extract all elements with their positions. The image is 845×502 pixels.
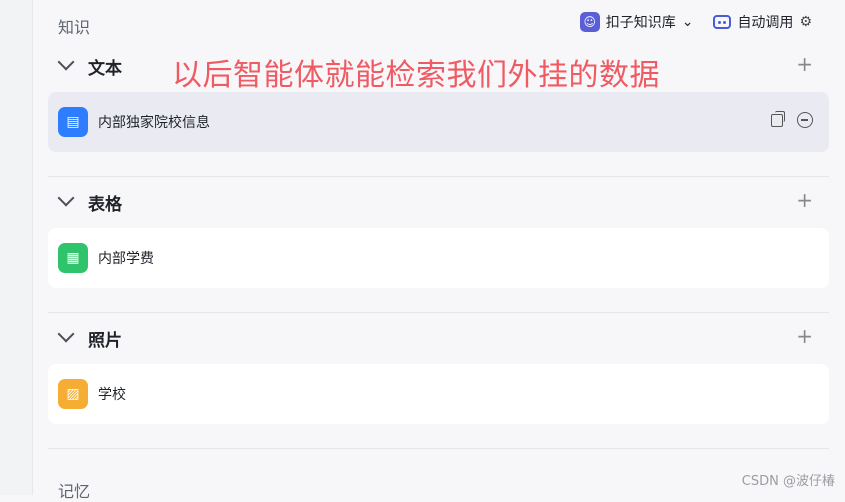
chevron-down-icon[interactable]	[57, 53, 75, 71]
list-item[interactable]: ▨ 学校	[48, 364, 829, 424]
list-item[interactable]: ▤ 内部独家院校信息	[48, 92, 829, 152]
section-label: 照片	[88, 331, 122, 351]
add-icon[interactable]: +	[796, 188, 813, 212]
section-label: 文本	[88, 59, 122, 79]
item-label: 内部学费	[98, 251, 154, 267]
left-sidebar	[0, 0, 33, 495]
divider	[48, 312, 829, 313]
add-icon[interactable]: +	[796, 52, 813, 76]
auto-call-label: 自动调用	[737, 15, 794, 31]
copy-icon[interactable]	[771, 110, 785, 127]
divider	[48, 448, 829, 449]
list-item[interactable]: ▦ 内部学费	[48, 228, 829, 288]
section-label: 表格	[88, 195, 122, 215]
chevron-down-icon[interactable]	[57, 325, 75, 343]
kb-selector[interactable]: ☺ 扣子知识库 ⌄	[579, 12, 694, 32]
kb-selector-label: 扣子知识库	[605, 15, 676, 31]
image-icon: ▨	[58, 379, 88, 409]
section-table: 表格 + ▦ 内部学费	[48, 182, 829, 288]
chevron-down-icon: ⌄	[681, 14, 694, 30]
section-header-photo[interactable]: 照片 +	[48, 318, 829, 358]
item-label: 内部独家院校信息	[98, 115, 210, 131]
section-header-table[interactable]: 表格 +	[48, 182, 829, 222]
item-label: 学校	[98, 387, 126, 403]
section-text: 文本 + ▤ 内部独家院校信息	[48, 46, 829, 152]
auto-call-toggle[interactable]: 自动调用 ⚙	[713, 12, 812, 32]
table-icon: ▦	[58, 243, 88, 273]
page-title: 知识	[58, 18, 91, 37]
watermark: CSDN @波仔椿	[741, 474, 835, 489]
divider	[48, 176, 829, 177]
section-header-text[interactable]: 文本 +	[48, 46, 829, 86]
gear-icon[interactable]: ⚙	[799, 14, 812, 30]
remove-icon[interactable]	[797, 112, 813, 128]
add-icon[interactable]: +	[796, 324, 813, 348]
kb-avatar-icon: ☺	[579, 12, 600, 32]
robot-icon	[713, 15, 732, 29]
chevron-down-icon[interactable]	[57, 189, 75, 207]
doc-icon: ▤	[58, 107, 88, 137]
knowledge-header: 知识 ☺ 扣子知识库 ⌄ 自动调用 ⚙	[58, 10, 828, 38]
section-photo: 照片 + ▨ 学校	[48, 318, 829, 424]
memory-title: 记忆	[58, 482, 91, 501]
